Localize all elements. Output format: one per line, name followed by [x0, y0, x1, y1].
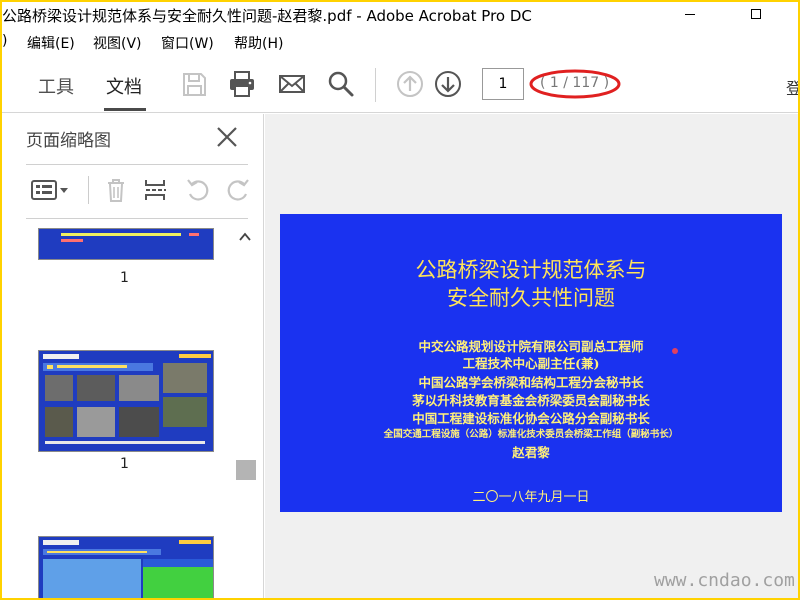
watermark: www.cndao.com [654, 570, 795, 591]
page-thumbnail[interactable] [38, 228, 214, 260]
title-bar: 公路桥梁设计规范体系与安全耐久性问题-赵君黎.pdf - Adobe Acrob… [2, 2, 798, 28]
maximize-button[interactable] [736, 2, 776, 26]
document-view[interactable]: 公路桥梁设计规范体系与 安全耐久共性问题 中交公路规划设计院有限公司副总工程师 … [265, 114, 798, 598]
tab-tools[interactable]: 工具 [38, 73, 74, 99]
panel-divider [26, 218, 248, 219]
rotate-right-icon[interactable] [224, 176, 252, 204]
save-icon[interactable] [179, 69, 209, 99]
maximize-icon [751, 9, 761, 19]
close-icon[interactable] [214, 124, 240, 150]
panel-divider [26, 164, 248, 165]
thumbnail-page-label: 1 [120, 270, 129, 286]
page-number-input[interactable]: 1 [482, 68, 524, 100]
page-thumbnail[interactable] [38, 536, 214, 598]
rotate-left-icon[interactable] [184, 176, 212, 204]
page-thumbnail[interactable] [38, 350, 214, 452]
minimize-button[interactable] [670, 2, 710, 26]
search-icon[interactable] [326, 69, 356, 99]
window-title: 公路桥梁设计规范体系与安全耐久性问题-赵君黎.pdf - Adobe Acrob… [2, 7, 532, 25]
menu-file-partial[interactable]: ) [2, 33, 7, 49]
scroll-up-icon[interactable] [238, 230, 252, 244]
thumbnail-page-label: 1 [120, 456, 129, 472]
panel-title: 页面缩略图 [26, 131, 111, 151]
menu-edit[interactable]: 编辑(E) [27, 33, 75, 53]
toolbar: 工具 文档 1 (1 / 117) 登 [2, 57, 798, 113]
slide-author: 赵君黎 [512, 445, 550, 460]
toolbar-separator [375, 68, 376, 102]
slide-text-line: 茅以升科技教育基金会桥梁委员会副秘书长 [412, 393, 650, 408]
prev-page-icon[interactable] [395, 69, 425, 99]
tab-document[interactable]: 文档 [106, 73, 142, 99]
active-tab-indicator [104, 108, 146, 111]
thumbnail-preview [39, 229, 213, 259]
panel-tool-separator [88, 176, 89, 204]
slide-text-line: 中国公路学会桥梁和结构工程分会秘书长 [418, 375, 644, 390]
menu-window[interactable]: 窗口(W) [161, 33, 214, 53]
next-page-icon[interactable] [433, 69, 463, 99]
thumbnail-preview [39, 537, 213, 598]
acrobat-window: 公路桥梁设计规范体系与安全耐久性问题-赵君黎.pdf - Adobe Acrob… [2, 2, 798, 598]
thumbnail-preview [39, 351, 213, 451]
cursor-dot [672, 348, 678, 354]
menu-help[interactable]: 帮助(H) [234, 33, 283, 53]
thumbnail-panel: 页面缩略图 1 1 [2, 114, 264, 598]
scrollbar-thumb[interactable] [236, 460, 256, 480]
print-icon[interactable] [227, 69, 257, 99]
menu-view[interactable]: 视图(V) [93, 33, 142, 53]
annotation-ellipse [529, 69, 621, 99]
delete-icon[interactable] [102, 176, 130, 204]
thumbnail-options-icon[interactable] [30, 176, 70, 204]
slide-text-line: 全国交通工程设施（公路）标准化技术委员会桥梁工作组（副秘书长） [383, 429, 679, 440]
pdf-page: 公路桥梁设计规范体系与 安全耐久共性问题 中交公路规划设计院有限公司副总工程师 … [280, 214, 782, 512]
minimize-icon [685, 13, 695, 15]
slide-date: 二〇一八年九月一日 [472, 490, 590, 505]
slide-title: 安全耐久共性问题 [447, 286, 615, 310]
email-icon[interactable] [277, 69, 307, 99]
slide-text-line: 中国工程建设标准化协会公路分会副秘书长 [412, 411, 650, 426]
extract-page-icon[interactable] [142, 176, 170, 204]
slide-title: 公路桥梁设计规范体系与 [415, 258, 647, 282]
login-link[interactable]: 登 [786, 75, 798, 99]
slide-text-line: 工程技术中心副主任(兼) [462, 356, 600, 371]
